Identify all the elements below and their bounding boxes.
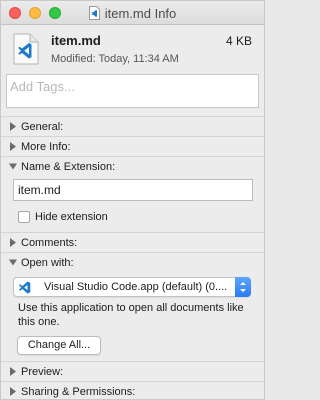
section-name-extension[interactable]: Name & Extension: xyxy=(1,156,264,176)
disclosure-right-icon[interactable] xyxy=(9,238,17,247)
modified-date: Modified: Today, 11:34 AM xyxy=(51,53,179,65)
change-all-button[interactable]: Change All... xyxy=(17,336,101,355)
title-group: item.md Info xyxy=(1,1,264,25)
section-more-info[interactable]: More Info: xyxy=(1,136,264,156)
disclosure-right-icon[interactable] xyxy=(9,142,17,151)
selected-app-name: Visual Studio Code.app (default) (0.... xyxy=(44,281,228,293)
window-title: item.md Info xyxy=(104,5,177,21)
disclosure-down-icon[interactable] xyxy=(9,258,17,267)
section-open-with[interactable]: Open with: xyxy=(1,252,264,272)
disclosure-right-icon[interactable] xyxy=(9,122,17,131)
section-name-extension-label: Name & Extension: xyxy=(21,161,116,173)
section-more-info-label: More Info: xyxy=(21,141,71,153)
section-comments[interactable]: Comments: xyxy=(1,232,264,252)
name-field[interactable]: item.md xyxy=(13,179,253,201)
hide-extension-label[interactable]: Hide extension xyxy=(35,211,108,223)
hide-extension-checkbox[interactable] xyxy=(18,211,30,223)
section-sharing[interactable]: Sharing & Permissions: xyxy=(1,381,264,400)
tags-field[interactable]: Add Tags... xyxy=(6,74,259,108)
section-preview[interactable]: Preview: xyxy=(1,361,264,381)
vscode-document-icon xyxy=(13,33,39,65)
info-window: item.md Info item.md 4 KB Modified: Toda… xyxy=(0,0,265,400)
section-preview-label: Preview: xyxy=(21,366,64,378)
disclosure-right-icon[interactable] xyxy=(9,367,17,376)
open-with-select[interactable]: Visual Studio Code.app (default) (0.... xyxy=(13,277,251,297)
section-sharing-label: Sharing & Permissions: xyxy=(21,386,136,398)
section-open-with-label: Open with: xyxy=(21,257,74,269)
disclosure-right-icon[interactable] xyxy=(9,387,17,396)
section-general-label: General: xyxy=(21,121,64,133)
section-general[interactable]: General: xyxy=(1,116,264,136)
section-comments-label: Comments: xyxy=(21,237,78,249)
file-header: item.md 4 KB Modified: Today, 11:34 AM xyxy=(1,25,264,71)
title-bar[interactable]: item.md Info xyxy=(1,1,264,25)
file-size: 4 KB xyxy=(225,34,252,48)
disclosure-down-icon[interactable] xyxy=(9,162,17,171)
vscode-icon xyxy=(18,281,31,294)
select-arrows-icon[interactable] xyxy=(235,277,251,297)
open-with-help-text: Use this application to open all documen… xyxy=(18,302,244,328)
vscode-file-icon xyxy=(88,6,100,20)
file-name: item.md xyxy=(51,33,101,48)
